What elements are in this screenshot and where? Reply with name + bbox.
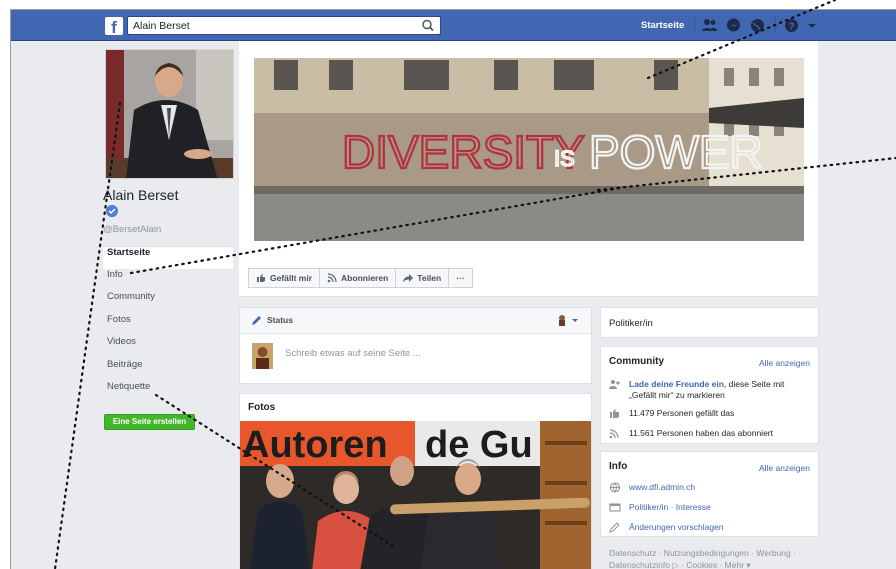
- friend-requests-icon[interactable]: [701, 17, 718, 34]
- page-sidebar-nav: Startseite Info Community Fotos Videos B…: [103, 246, 233, 404]
- follows-count-text[interactable]: 11.561 Personen haben das abonniert: [629, 428, 773, 438]
- search-icon[interactable]: [419, 18, 437, 33]
- info-title[interactable]: Info: [609, 461, 627, 472]
- notifications-globe-icon[interactable]: [749, 17, 766, 34]
- share-label: Teilen: [417, 273, 442, 283]
- status-composer-header: Status: [240, 308, 591, 334]
- likes-count-text[interactable]: 11.479 Personen gefällt das: [629, 408, 734, 418]
- community-see-all-link[interactable]: Alle anzeigen: [759, 358, 810, 368]
- community-card: Community Alle anzeigen Lade deine Freun…: [600, 346, 819, 444]
- search-input[interactable]: [128, 17, 418, 34]
- sidebar-item-community[interactable]: Community: [103, 291, 233, 314]
- photo-banner-text-1: Autoren: [242, 424, 388, 466]
- thumbs-up-icon: [610, 409, 619, 418]
- browser-frame: f Startseite ?: [10, 9, 896, 569]
- category-separator: ·: [668, 502, 676, 512]
- rss-follow-icon: [327, 273, 337, 283]
- nav-home-link[interactable]: Startseite: [641, 20, 684, 31]
- profile-picture[interactable]: [105, 49, 234, 179]
- category-link[interactable]: Politiker/in: [629, 502, 668, 512]
- follow-label: Abonnieren: [341, 273, 389, 283]
- page-name[interactable]: Alain Berset: [103, 187, 178, 203]
- like-label: Gefällt mir: [270, 273, 313, 283]
- rss-follow-icon: [609, 429, 619, 439]
- page-handle[interactable]: @BersetAlain: [103, 224, 161, 235]
- invite-text: Lade deine Freunde ein, diese Seite mit …: [629, 379, 814, 401]
- verified-badge-icon: [106, 205, 118, 217]
- suggest-edits-link[interactable]: Änderungen vorschlagen: [629, 522, 724, 532]
- photo-thumbnail[interactable]: Autoren de Gu: [240, 421, 591, 569]
- photo-image: Autoren de Gu: [240, 421, 591, 569]
- footer-links-line-1[interactable]: Datenschutz · Nutzungsbedingungen · Werb…: [609, 547, 819, 559]
- info-see-all-link[interactable]: Alle anzeigen: [759, 463, 810, 473]
- cover-image: DIVERSITY IS POWER: [254, 58, 804, 241]
- invite-friends-link[interactable]: Lade deine Freunde ein: [629, 379, 724, 389]
- top-bar: f Startseite ?: [11, 10, 896, 41]
- post-as-selector-icon[interactable]: [556, 314, 582, 327]
- community-title[interactable]: Community: [609, 356, 664, 367]
- account-menu-chevron-icon[interactable]: [807, 17, 817, 34]
- nav-divider: [694, 17, 695, 34]
- like-button[interactable]: Gefällt mir: [248, 268, 321, 288]
- sidebar-item-startseite[interactable]: Startseite: [103, 246, 233, 269]
- interests-link[interactable]: Interesse: [676, 502, 711, 512]
- category-card: Politiker/in: [600, 307, 819, 338]
- globe-icon: [609, 482, 621, 493]
- status-tab[interactable]: Status: [267, 315, 293, 325]
- share-button[interactable]: Teilen: [395, 268, 450, 288]
- cover-text-is: IS: [554, 146, 575, 171]
- search-box[interactable]: [127, 16, 441, 35]
- info-category-row: Politiker/in · Interesse: [609, 502, 711, 513]
- website-link[interactable]: www.dfi.admin.ch: [629, 482, 695, 492]
- cover-photo[interactable]: DIVERSITY IS POWER: [254, 58, 804, 241]
- page-footer: Datenschutz · Nutzungsbedingungen · Werb…: [609, 547, 819, 569]
- photos-card: Fotos Autoren de Gu: [239, 393, 592, 569]
- community-invite-row: Lade deine Freunde ein, diese Seite mit …: [609, 379, 814, 401]
- community-follows-row: 11.561 Personen haben das abonniert: [609, 428, 773, 439]
- cover-text-power: POWER: [589, 126, 763, 178]
- category-folder-icon: [609, 503, 621, 512]
- help-icon[interactable]: ?: [783, 17, 800, 34]
- profile-photo: [106, 50, 233, 178]
- info-website-row: www.dfi.admin.ch: [609, 482, 695, 493]
- svg-text:?: ?: [788, 21, 794, 32]
- sidebar-item-videos[interactable]: Videos: [103, 336, 233, 359]
- community-likes-row: 11.479 Personen gefällt das: [609, 408, 734, 419]
- pencil-icon: [609, 522, 620, 533]
- info-suggest-row: Änderungen vorschlagen: [609, 522, 724, 533]
- sidebar-item-fotos[interactable]: Fotos: [103, 314, 233, 337]
- photos-title[interactable]: Fotos: [248, 402, 275, 413]
- nav-divider-2: [775, 17, 776, 34]
- cover-text-diversity: DIVERSITY: [342, 126, 585, 178]
- sidebar-item-netiquette[interactable]: Netiquette: [103, 381, 233, 404]
- info-card: Info Alle anzeigen www.dfi.admin.ch Poli…: [600, 451, 819, 537]
- share-arrow-icon: [403, 274, 414, 283]
- thumbs-up-icon: [257, 274, 265, 282]
- composer-avatar: [252, 343, 273, 369]
- page-action-bar: Gefällt mir Abonnieren Teilen ···: [248, 268, 473, 288]
- more-options-button[interactable]: ···: [448, 268, 473, 288]
- messenger-icon[interactable]: [725, 17, 742, 34]
- status-composer: Status Schreib etwas auf seine Seite ...: [239, 307, 592, 384]
- sidebar-item-info[interactable]: Info: [103, 269, 233, 292]
- photo-banner-text-2: de Gu: [425, 424, 533, 466]
- invite-friends-icon: [609, 380, 620, 389]
- pencil-icon: [252, 316, 261, 325]
- page-category[interactable]: Politiker/in: [609, 318, 653, 329]
- follow-button[interactable]: Abonnieren: [319, 268, 397, 288]
- footer-links-line-2[interactable]: Datenschutzinfo ▷ · Cookies · Mehr ▾: [609, 559, 819, 569]
- facebook-logo-icon[interactable]: f: [105, 17, 123, 35]
- create-page-button[interactable]: Eine Seite erstellen: [104, 414, 195, 430]
- status-input[interactable]: Schreib etwas auf seine Seite ...: [285, 348, 421, 359]
- sidebar-item-beitraege[interactable]: Beiträge: [103, 359, 233, 382]
